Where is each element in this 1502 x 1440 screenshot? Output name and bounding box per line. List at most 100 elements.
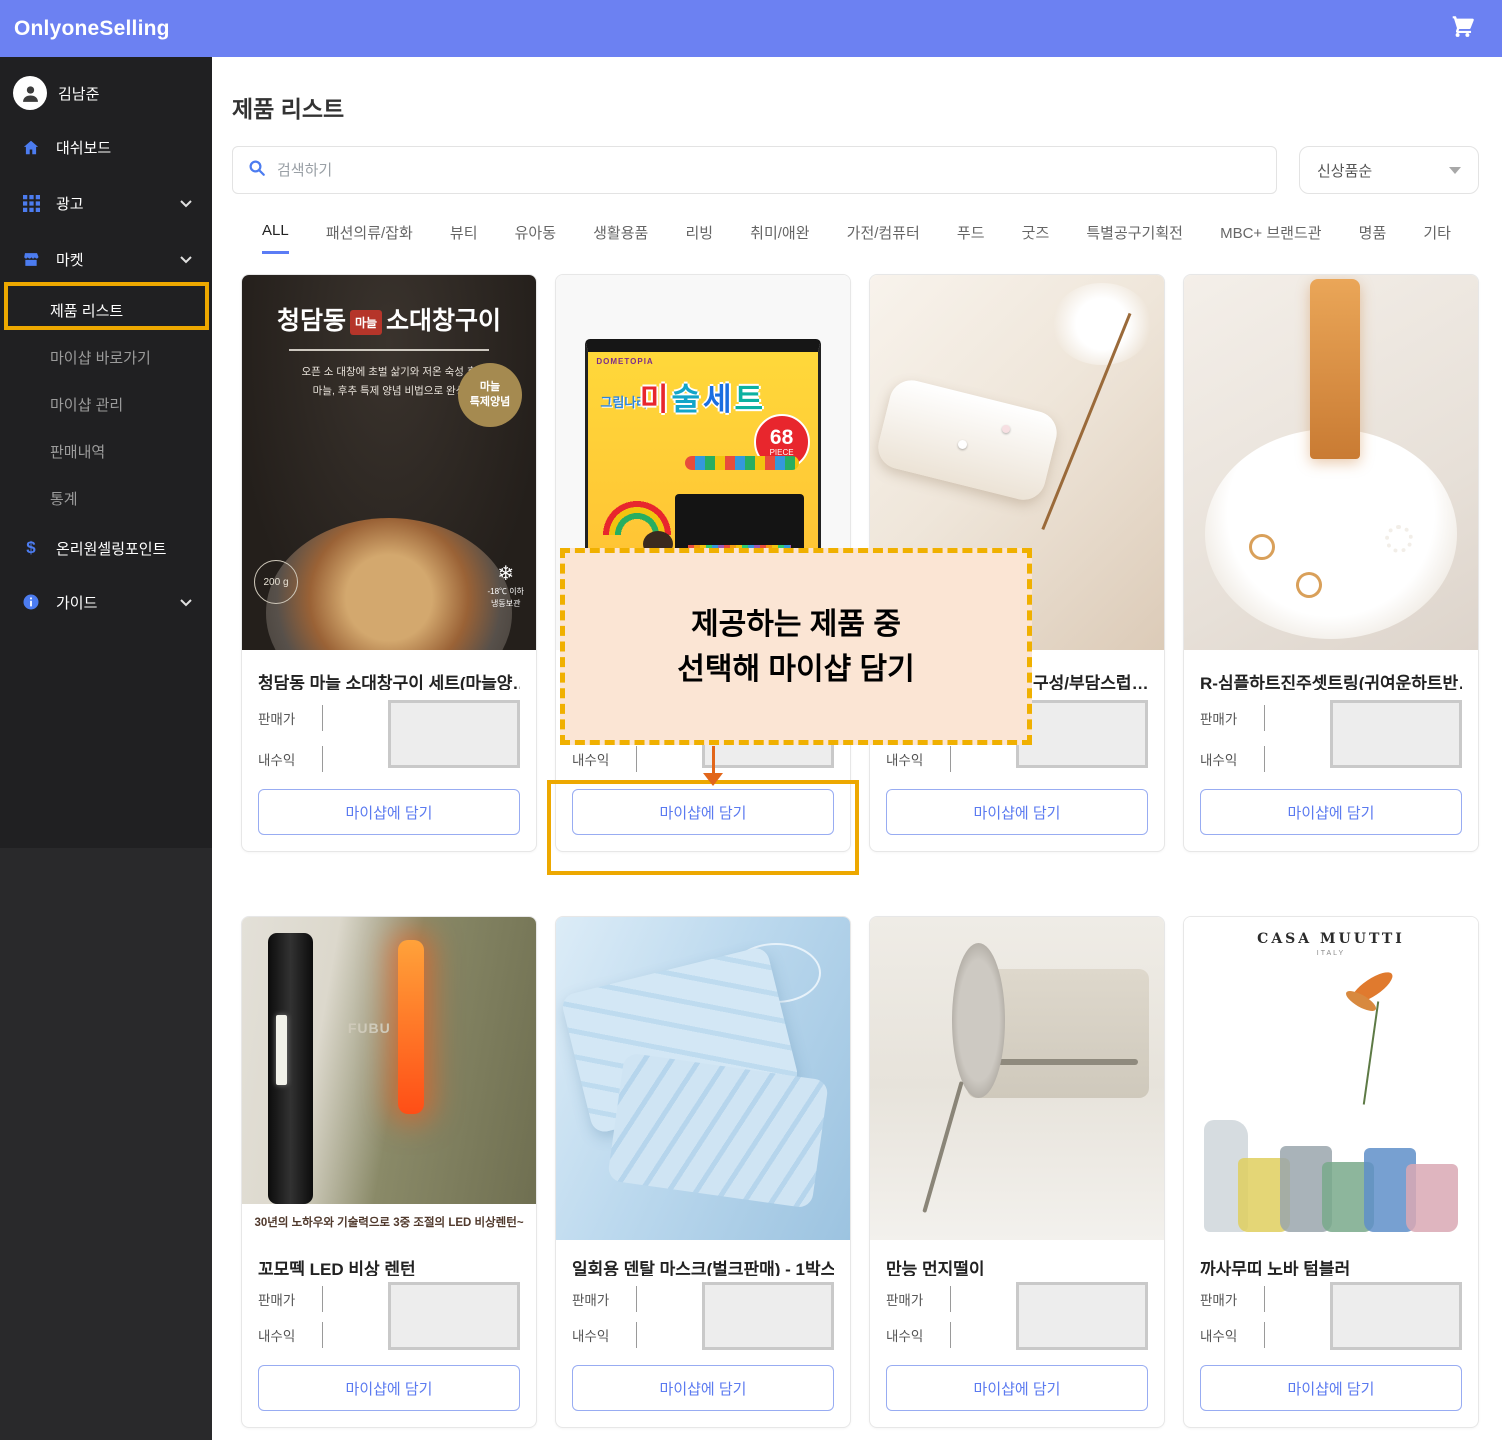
decorative-shape [1363, 1001, 1379, 1104]
decorative-food-photo [266, 518, 513, 650]
product-title: 만능 먼지떨이 [886, 1255, 1148, 1276]
profit-label: 내수익 [572, 749, 624, 769]
sidebar: 김남준 대쉬보드 광고 마켓 제품 [0, 57, 212, 1440]
product-image: 청담동마늘소대창구이 오픈 소 대창에 초벌 삶기와 저온 숙성 후 마늘, 후… [242, 275, 536, 650]
product-info: 만능 먼지떨이 판매가 내수익 [870, 1240, 1164, 1348]
tab-goods[interactable]: 굿즈 [1022, 222, 1050, 254]
redacted-price-box [388, 1282, 520, 1350]
tab-electronics[interactable]: 가전/컴퓨터 [847, 222, 920, 254]
annotation-callout: 제공하는 제품 중 선택해 마이샵 담기 [560, 548, 1032, 745]
redacted-price-box [702, 1282, 834, 1350]
product-info: 꼬모떽 LED 비상 렌턴 판매가 내수익 [242, 1240, 536, 1348]
tab-special[interactable]: 특별공구기획전 [1086, 222, 1183, 254]
product-info: 까사무띠 노바 텀블러 판매가 내수익 [1184, 1240, 1478, 1348]
top-bar: OnlyoneSelling [0, 0, 1502, 57]
chevron-down-icon [180, 594, 192, 611]
chevron-down-icon [180, 251, 192, 268]
tab-etc[interactable]: 기타 [1423, 222, 1451, 254]
sale-price-label: 판매가 [258, 708, 310, 728]
tab-luxury[interactable]: 명품 [1359, 222, 1387, 254]
sidebar-item-ads[interactable]: 광고 [0, 175, 212, 231]
product-image [556, 917, 850, 1240]
product-title: 꼬모떽 LED 비상 렌턴 [258, 1255, 520, 1276]
user-name: 김남준 [58, 83, 99, 104]
sidebar-item-guide[interactable]: 가이드 [0, 574, 212, 630]
product-image [870, 917, 1164, 1240]
sort-dropdown[interactable]: 신상품순 [1299, 146, 1479, 194]
cart-icon[interactable] [1449, 14, 1476, 44]
tab-all[interactable]: ALL [262, 222, 289, 254]
app-brand: OnlyoneSelling [14, 17, 170, 41]
avatar [13, 76, 47, 110]
divider [950, 1286, 951, 1312]
redacted-price-box [388, 700, 520, 768]
tab-beauty[interactable]: 뷰티 [450, 222, 478, 254]
profit-label: 내수익 [1200, 1325, 1252, 1345]
product-info: 청담동 마늘 소대창구이 세트(마늘양… 판매가 내수익 [242, 650, 536, 772]
product-title: R-심플하트진주셋트링(귀여운하트반… [1200, 669, 1462, 690]
divider [1264, 1322, 1265, 1348]
sidebar-item-label: 온리원셀링포인트 [56, 538, 166, 559]
add-to-myshop-button[interactable]: 마이샵에 담기 [258, 1365, 520, 1411]
divider [322, 1322, 323, 1348]
tab-food[interactable]: 푸드 [957, 222, 985, 254]
tab-hobby-pets[interactable]: 취미/애완 [750, 222, 809, 254]
image-caption: 30년의 노하우와 기술력으로 3중 조절의 LED 비상렌턴~ [242, 1204, 536, 1240]
redacted-price-box [1330, 1282, 1462, 1350]
sidebar-item-sales-history[interactable]: 판매내역 [0, 428, 212, 475]
button-highlight-frame [547, 780, 859, 875]
product-title: 청담동 마늘 소대창구이 세트(마늘양… [258, 669, 520, 690]
add-to-myshop-button[interactable]: 마이샵에 담기 [1200, 1365, 1462, 1411]
tab-mbc-brand[interactable]: MBC+ 브랜드관 [1220, 222, 1321, 254]
add-to-myshop-button[interactable]: 마이샵에 담기 [572, 1365, 834, 1411]
product-info: 일회용 덴탈 마스크(벌크판매) - 1박스(2… 판매가 내수익 [556, 1240, 850, 1348]
product-grid: 청담동마늘소대창구이 오픈 소 대창에 초벌 삶기와 저온 숙성 후 마늘, 후… [241, 274, 1479, 1428]
product-card: 청담동마늘소대창구이 오픈 소 대창에 초벌 삶기와 저온 숙성 후 마늘, 후… [241, 274, 537, 852]
sale-price-label: 판매가 [572, 1289, 624, 1309]
annotation-line2: 선택해 마이샵 담기 [677, 647, 914, 692]
sidebar-item-myshop-shortcut[interactable]: 마이샵 바로가기 [0, 334, 212, 381]
decorative-shape [276, 1015, 287, 1086]
divider [950, 1322, 951, 1348]
product-card: CASA MUUTTI ITALY 까사무띠 노바 텀블러 판매가 [1183, 916, 1479, 1428]
chevron-down-icon [180, 195, 192, 212]
image-title-text: 미술세트 [640, 374, 766, 419]
profit-label: 내수익 [258, 1325, 310, 1345]
decorative-shape [1052, 283, 1152, 366]
annotation-arrow-head [703, 773, 723, 786]
tab-fashion[interactable]: 패션의류/잡화 [326, 222, 413, 254]
stamp-badge: 마늘 [350, 310, 382, 335]
sidebar-item-dashboard[interactable]: 대쉬보드 [0, 119, 212, 175]
product-card: FUBU 30년의 노하우와 기술력으로 3중 조절의 LED 비상렌턴~ 꼬모… [241, 916, 537, 1428]
product-card: 일회용 덴탈 마스크(벌크판매) - 1박스(2… 판매가 내수익 마이샵에 담… [555, 916, 851, 1428]
sidebar-item-myshop-manage[interactable]: 마이샵 관리 [0, 381, 212, 428]
profit-label: 내수익 [572, 1325, 624, 1345]
tab-kids[interactable]: 유아동 [515, 222, 556, 254]
decorative-shape [922, 1081, 963, 1213]
caret-down-icon [1449, 167, 1461, 174]
redacted-price-box [1016, 1282, 1148, 1350]
add-to-myshop-button[interactable]: 마이샵에 담기 [886, 1365, 1148, 1411]
profit-label: 내수익 [886, 1325, 938, 1345]
sidebar-item-points[interactable]: $ 온리원셀링포인트 [0, 522, 212, 574]
page-title: 제품 리스트 [232, 90, 1479, 124]
sidebar-item-statistics[interactable]: 통계 [0, 475, 212, 522]
add-to-myshop-button[interactable]: 마이샵에 담기 [886, 789, 1148, 835]
product-image [1184, 275, 1478, 650]
sidebar-subitem-label: 판매내역 [50, 441, 105, 462]
decorative-glasses [1196, 1116, 1467, 1232]
image-brand-text: FUBU [348, 1020, 391, 1036]
add-to-myshop-button[interactable]: 마이샵에 담기 [1200, 789, 1462, 835]
grid-icon [22, 195, 40, 212]
search-input[interactable] [277, 162, 1261, 179]
tab-living[interactable]: 리빙 [685, 222, 713, 254]
profit-label: 내수익 [1200, 749, 1252, 769]
sidebar-item-market[interactable]: 마켓 [0, 231, 212, 287]
sale-price-label: 판매가 [886, 1289, 938, 1309]
sidebar-subitem-label: 마이샵 관리 [50, 394, 123, 415]
main-content: 제품 리스트 신상품순 ALL 패션의류/잡화 뷰티 유아동 생활용품 리빙 취… [212, 57, 1502, 1440]
decorative-ring [1249, 534, 1275, 560]
redacted-price-box [1330, 700, 1462, 768]
tab-household[interactable]: 생활용품 [593, 222, 648, 254]
add-to-myshop-button[interactable]: 마이샵에 담기 [258, 789, 520, 835]
